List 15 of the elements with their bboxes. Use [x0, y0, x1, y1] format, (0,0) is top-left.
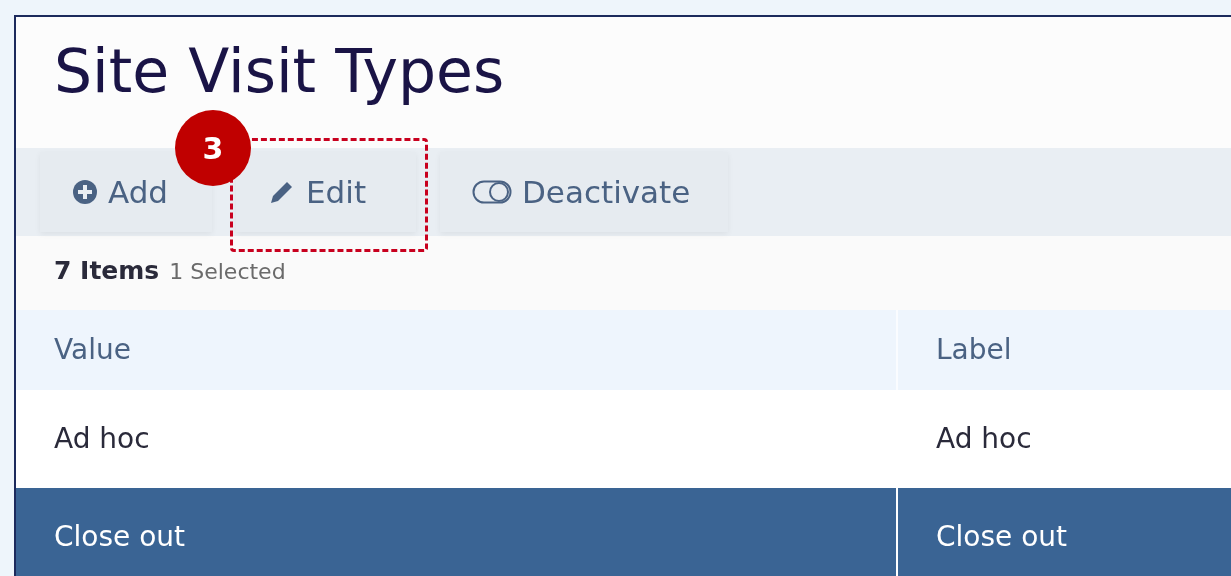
table-cell-text: Ad hoc: [936, 421, 1032, 457]
edit-button[interactable]: Edit: [236, 152, 416, 232]
toggle-icon: [472, 180, 512, 204]
table-cell-text: Close out: [936, 519, 1068, 555]
item-count: 7 Items: [54, 255, 160, 287]
table-cell-text: Close out: [54, 519, 186, 555]
selected-count: 1 Selected: [169, 258, 286, 286]
plus-circle-icon: [72, 179, 98, 205]
column-header[interactable]: Label: [936, 329, 1012, 371]
deactivate-button[interactable]: Deactivate: [440, 152, 728, 232]
step-badge: 3: [175, 110, 251, 186]
page-title: Site Visit Types: [54, 35, 505, 107]
table-cell-text: Ad hoc: [54, 421, 150, 457]
column-header[interactable]: Value: [54, 329, 131, 371]
table-row[interactable]: Close out Close out: [16, 488, 1231, 576]
